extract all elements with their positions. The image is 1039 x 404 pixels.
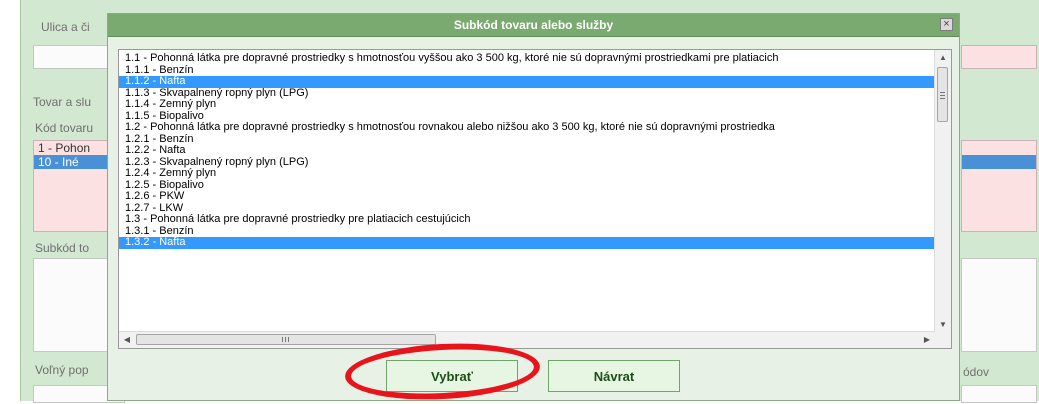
- goods-code-listbox-right[interactable]: [961, 140, 1037, 232]
- subcode-list-item[interactable]: 1.2 - Pohonná látka pre dopravné prostri…: [119, 122, 935, 134]
- scroll-right-icon[interactable]: ▶: [919, 335, 935, 345]
- dialog-title: Subkód tovaru alebo služby: [453, 18, 614, 32]
- goods-code-label: Kód tovaru: [35, 121, 94, 135]
- subcode-dialog: Subkód tovaru alebo služby × 1.1 - Pohon…: [107, 13, 960, 401]
- subcode-list-item[interactable]: 1.1.5 - Biopalivo: [119, 111, 935, 123]
- subcode-list-item[interactable]: 1.2.1 - Benzín: [119, 134, 935, 146]
- dialog-titlebar[interactable]: Subkód tovaru alebo služby ×: [108, 14, 959, 37]
- close-icon[interactable]: ×: [940, 18, 953, 31]
- right-column-label: ódov: [963, 365, 990, 379]
- street-label: Ulica a či: [41, 20, 90, 34]
- subcode-listbox[interactable]: 1.1 - Pohonná látka pre dopravné prostri…: [118, 49, 952, 349]
- vertical-scrollbar[interactable]: ▲ ▼: [934, 50, 951, 333]
- free-description-input-right: [961, 385, 1037, 403]
- subcode-label: Subkód to: [35, 241, 90, 255]
- vertical-scroll-thumb[interactable]: [937, 67, 948, 122]
- scrollbar-corner: [935, 332, 951, 348]
- horizontal-scroll-thumb[interactable]: [136, 334, 436, 345]
- street-number-input[interactable]: [961, 45, 1037, 69]
- goods-section-label: Tovar a slu: [33, 95, 92, 109]
- back-button[interactable]: Návrat: [548, 360, 680, 392]
- scroll-left-icon[interactable]: ◀: [119, 335, 135, 345]
- subcode-list: 1.1 - Pohonná látka pre dopravné prostri…: [119, 53, 935, 249]
- subcode-list-item[interactable]: 1.2.7 - LKW: [119, 203, 935, 215]
- subcode-list-item[interactable]: 1.3 - Pohonná látka pre dopravné prostri…: [119, 214, 935, 226]
- scroll-down-icon[interactable]: ▼: [935, 320, 951, 330]
- subcode-list-item-selected[interactable]: 1.1.2 - Nafta: [119, 76, 935, 88]
- horizontal-scrollbar[interactable]: ◀ ▶: [119, 331, 935, 348]
- subcode-list-item[interactable]: 1.1 - Pohonná látka pre dopravné prostri…: [119, 53, 935, 65]
- subcode-list-item[interactable]: 1.1.4 - Zemný plyn: [119, 99, 935, 111]
- subcode-list-item-selected[interactable]: 1.3.2 - Nafta: [119, 237, 935, 249]
- subcode-list-item[interactable]: 1.3.1 - Benzín: [119, 226, 935, 238]
- subcode-list-item[interactable]: 1.2.5 - Biopalivo: [119, 180, 935, 192]
- scroll-up-icon[interactable]: ▲: [935, 53, 951, 63]
- free-description-label: Voľný pop: [35, 363, 89, 377]
- subcode-list-item[interactable]: 1.2.3 - Skvapalnený ropný plyn (LPG): [119, 157, 935, 169]
- goods-code-item-selected-right: [962, 155, 1036, 169]
- goods-code-item-spacer: [962, 141, 1036, 155]
- subcode-list-item[interactable]: 1.1.1 - Benzín: [119, 65, 935, 77]
- subcode-list-item[interactable]: 1.2.4 - Zemný plyn: [119, 168, 935, 180]
- subcode-field-right: [961, 258, 1037, 352]
- subcode-list-item[interactable]: 1.2.6 - PKW: [119, 191, 935, 203]
- subcode-list-item[interactable]: 1.2.2 - Nafta: [119, 145, 935, 157]
- subcode-list-item[interactable]: 1.1.3 - Skvapalnený ropný plyn (LPG): [119, 88, 935, 100]
